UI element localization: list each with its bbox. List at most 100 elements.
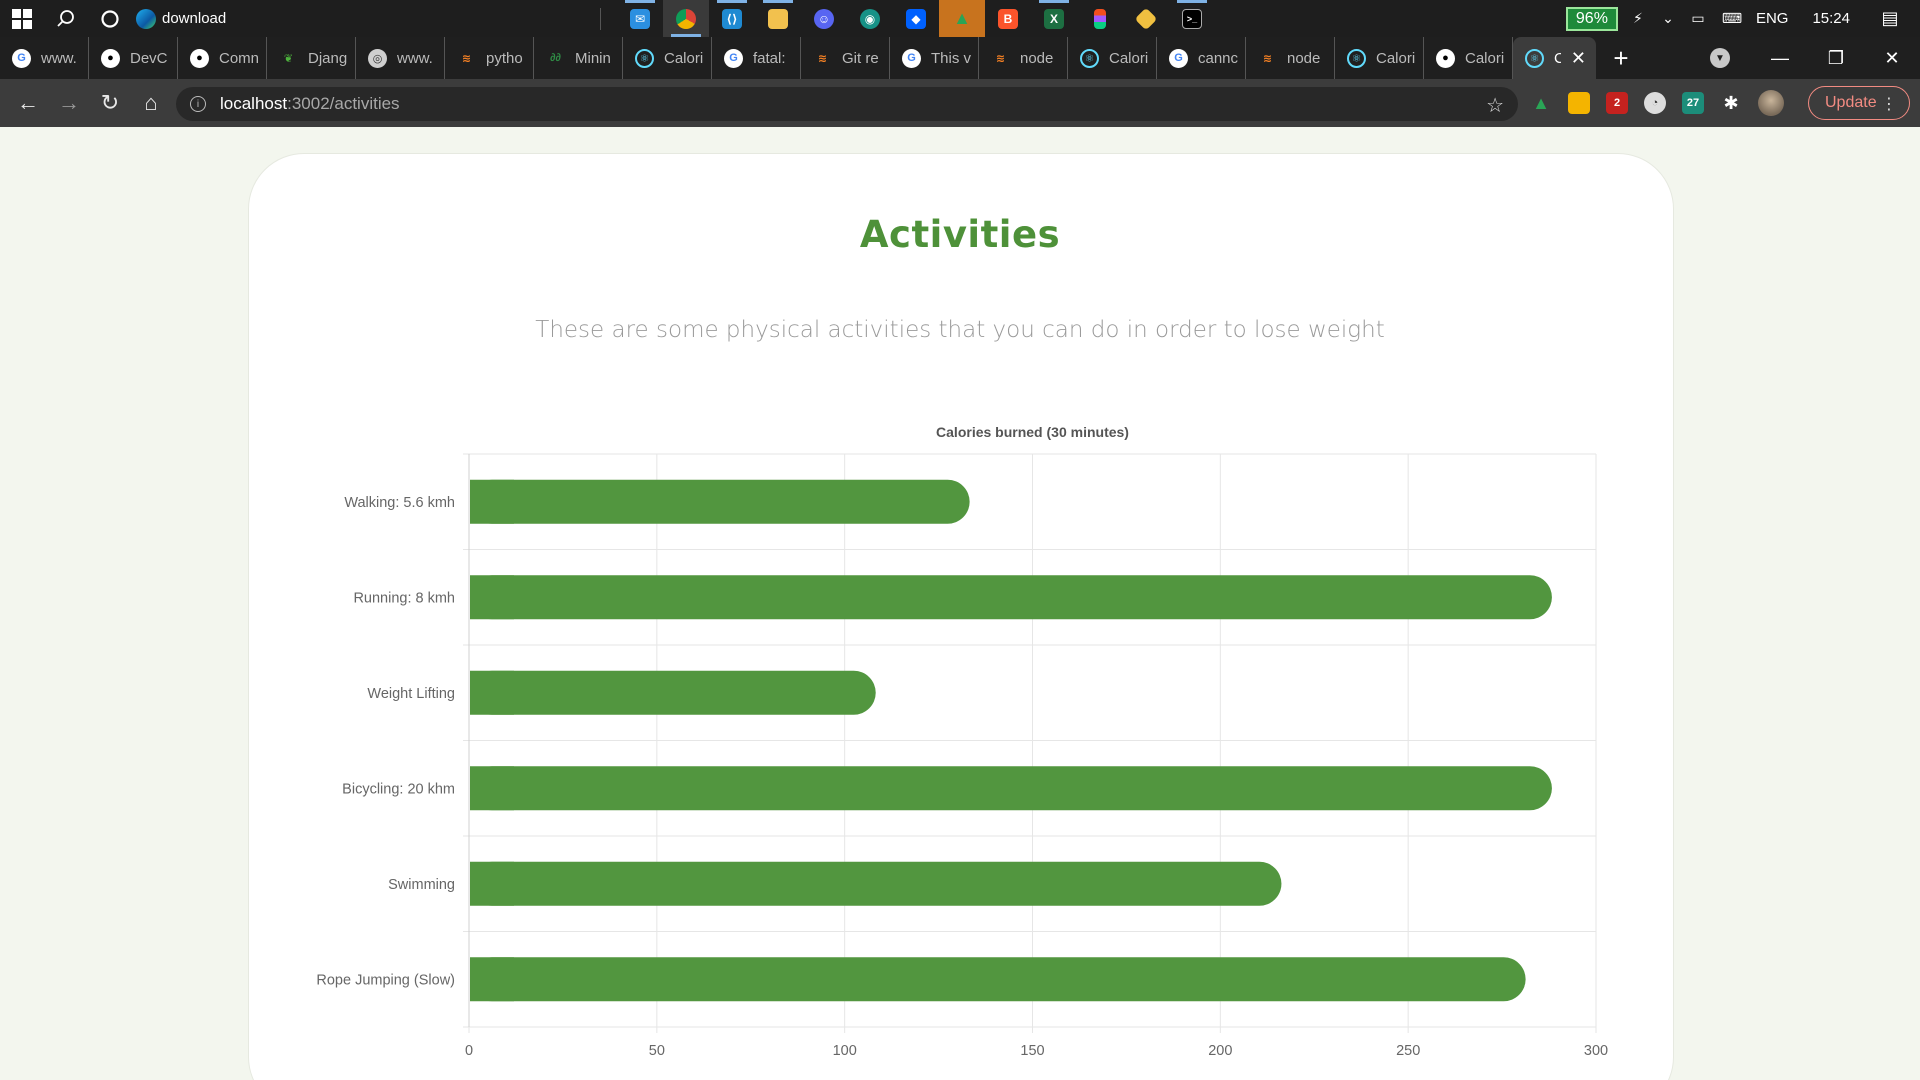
google-drive-extension-icon[interactable]: ▲ — [1530, 92, 1552, 114]
search-button[interactable] — [44, 0, 88, 37]
stackoverflow-icon: ≋ — [1262, 52, 1273, 65]
google-icon: G — [12, 48, 31, 68]
address-bar[interactable]: i localhost:3002/activities ☆ — [176, 87, 1518, 121]
new-tab-button[interactable]: + — [1596, 37, 1646, 79]
tab[interactable]: ⚛ Calori — [1335, 37, 1424, 79]
profile-avatar[interactable] — [1758, 90, 1784, 116]
dropbox-icon: ◆ — [906, 8, 926, 29]
taskbar-excel[interactable]: X — [1031, 0, 1077, 37]
taskbar-dropbox[interactable]: ◆ — [893, 0, 939, 37]
tab[interactable]: ≋ node — [1246, 37, 1335, 79]
taskbar-file-explorer[interactable] — [755, 0, 801, 37]
bookmark-star-icon[interactable]: ☆ — [1486, 93, 1504, 118]
close-icon: ✕ — [1884, 47, 1900, 68]
taskbar-discord[interactable]: ☺ — [801, 0, 847, 37]
tab[interactable]: ❦ Djang — [267, 37, 356, 79]
back-button[interactable]: ← — [8, 83, 48, 123]
windows-start-button[interactable] — [0, 0, 44, 37]
github-icon: ● — [101, 48, 120, 68]
tab[interactable]: ≋ pytho — [445, 37, 534, 79]
mail-icon: ✉ — [630, 8, 650, 29]
notifications-icon[interactable]: ▤ — [1880, 8, 1900, 29]
tab[interactable]: Gwww. — [0, 37, 89, 79]
tab-title: Minin — [575, 49, 611, 67]
tab[interactable]: ● DevC — [89, 37, 178, 79]
taskbar-figma[interactable] — [1077, 0, 1123, 37]
browser-tab-strip: Gwww. ● DevC ● Comn ❦ Djang ◎ www. ≋ pytho ∂∂ Minin ⚛… — [0, 37, 1920, 79]
site-info-icon[interactable]: i — [190, 96, 206, 112]
bar — [470, 861, 1282, 906]
battery-indicator[interactable]: 96% — [1565, 6, 1618, 31]
tab[interactable]: G This v — [890, 37, 979, 79]
wakatime-extension-icon[interactable]: 27 — [1682, 92, 1704, 114]
mongodb-leaf-icon: ❦ — [283, 52, 294, 65]
taskbar-chrome[interactable] — [663, 0, 709, 37]
edge-icon — [136, 8, 156, 29]
reload-button[interactable]: ↻ — [90, 83, 130, 123]
keyboard-icon[interactable]: ⌨ — [1718, 9, 1746, 29]
tab-search-button[interactable]: ▼ — [1710, 48, 1730, 68]
tab-title: Calori — [664, 49, 704, 67]
tab[interactable]: Gcannc — [1157, 37, 1246, 79]
cortana-button[interactable] — [88, 0, 132, 37]
clock[interactable]: 15:24 — [1812, 10, 1850, 27]
chevron-up-icon[interactable]: ⌄ — [1658, 9, 1678, 29]
taskbar-edge-download[interactable]: download — [136, 0, 596, 37]
tab[interactable]: ⚛ Calori — [623, 37, 712, 79]
home-button[interactable]: ⌂ — [131, 83, 171, 123]
close-tab-icon[interactable]: ✕ — [1571, 48, 1586, 69]
x-tick-label: 300 — [1584, 1043, 1608, 1059]
minimize-button[interactable]: — — [1752, 37, 1808, 79]
tab-title: pytho — [486, 49, 523, 67]
taskbar-drive[interactable]: ▲ — [939, 0, 985, 37]
tab-title: node — [1020, 49, 1054, 67]
display-icon[interactable]: ▭ — [1688, 9, 1708, 29]
taskbar-git[interactable] — [1123, 0, 1169, 37]
globe-icon: ◎ — [368, 48, 387, 68]
google-icon: G — [1169, 48, 1188, 68]
excel-icon: X — [1044, 8, 1064, 29]
taskbar-gitkraken[interactable]: ◉ — [847, 0, 893, 37]
extensions-puzzle-icon[interactable]: ✱ — [1720, 92, 1742, 114]
taskbar-mail[interactable]: ✉ — [617, 0, 663, 37]
tab[interactable]: ◎ www. — [356, 37, 445, 79]
window-controls: — ❐ ✕ — [1752, 37, 1920, 79]
tab-title: node — [1287, 49, 1321, 67]
bar — [470, 479, 970, 524]
brave-icon: B — [998, 8, 1018, 29]
keep-extension-icon[interactable] — [1568, 92, 1590, 114]
react-icon: ⚛ — [1347, 48, 1366, 68]
tabs-container: Gwww. ● DevC ● Comn ❦ Djang ◎ www. ≋ pytho ∂∂ Minin ⚛… — [0, 37, 1596, 79]
taskbar-vscode[interactable]: ⟨⟩ — [709, 0, 755, 37]
more-menu-icon[interactable]: ⋮ — [1881, 94, 1897, 114]
tab[interactable]: ∂∂ Minin — [534, 37, 623, 79]
tab-title: Djang — [308, 49, 348, 67]
speedometer-extension-icon[interactable]: ◔ — [1644, 92, 1666, 114]
url-path: :3002/activities — [287, 94, 400, 113]
calendar-extension-icon[interactable]: 2 — [1606, 92, 1628, 114]
tab[interactable]: ≋ node — [979, 37, 1068, 79]
plus-icon: + — [1613, 42, 1629, 73]
restore-button[interactable]: ❐ — [1808, 37, 1864, 79]
tab-title: Git re — [842, 49, 879, 67]
language-indicator[interactable]: ENG — [1756, 10, 1789, 27]
tab[interactable]: ● Comn — [178, 37, 267, 79]
google-icon: G — [902, 48, 921, 68]
tab[interactable]: ⚛ Calori — [1068, 37, 1157, 79]
x-tick-label: 150 — [1020, 1043, 1044, 1059]
tab[interactable]: ● Calori — [1424, 37, 1513, 79]
taskbar-brave[interactable]: B — [985, 0, 1031, 37]
tab[interactable]: Gfatal: — [712, 37, 801, 79]
react-icon: ⚛ — [1525, 48, 1544, 68]
forward-button[interactable]: → — [49, 83, 89, 123]
close-window-button[interactable]: ✕ — [1864, 37, 1920, 79]
stackoverflow-icon: ≋ — [995, 52, 1006, 65]
google-icon: G — [724, 48, 743, 68]
github-icon: ● — [1436, 48, 1455, 68]
tab[interactable]: ≋ Git re — [801, 37, 890, 79]
react-icon: ⚛ — [635, 48, 654, 68]
tab-active[interactable]: ⚛ Ca ✕ — [1513, 37, 1596, 79]
taskbar-terminal[interactable]: >_ — [1169, 0, 1215, 37]
bar-base — [470, 861, 514, 906]
update-button[interactable]: Update ⋮ — [1808, 86, 1910, 120]
